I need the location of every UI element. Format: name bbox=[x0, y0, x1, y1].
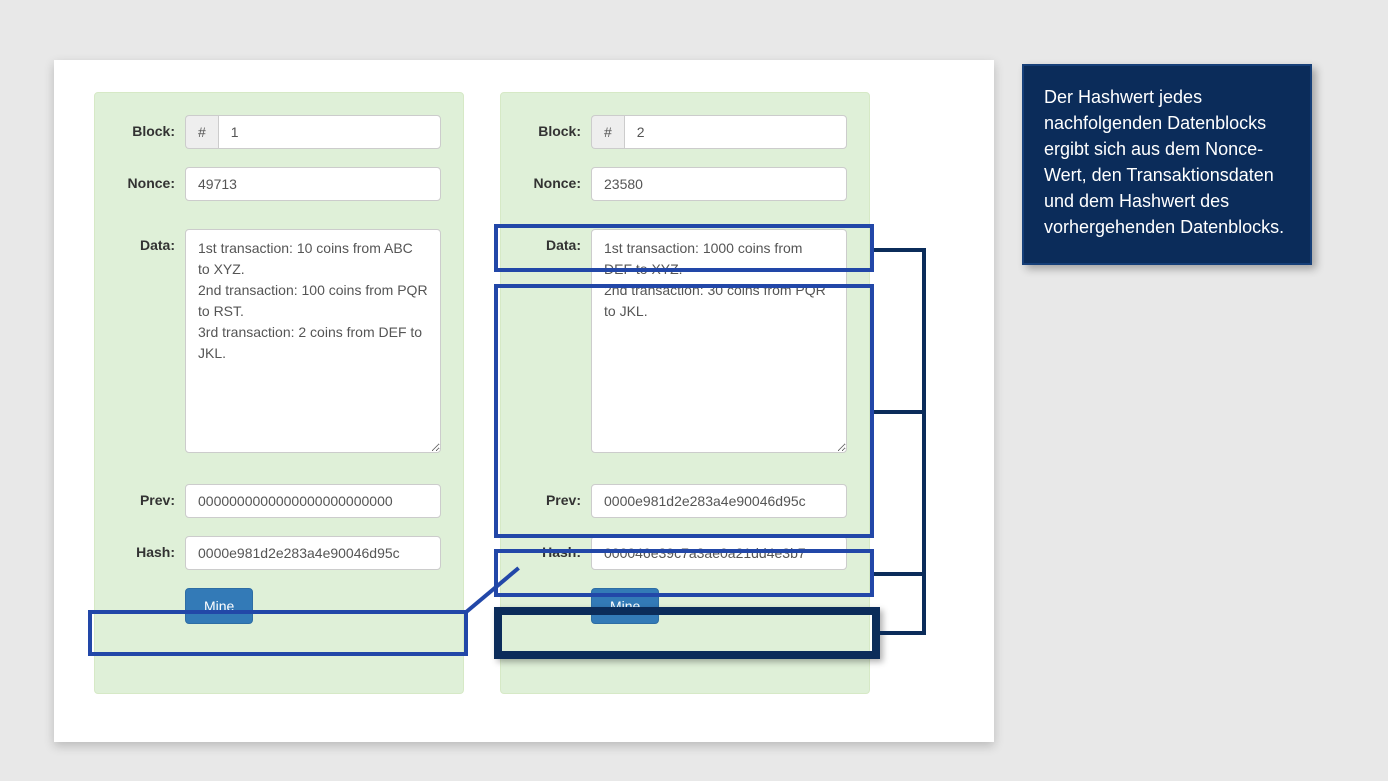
hash-label: Hash: bbox=[523, 536, 591, 560]
block-label: Block: bbox=[117, 115, 185, 139]
block-label: Block: bbox=[523, 115, 591, 139]
prev-row: Prev: bbox=[117, 484, 441, 518]
data-label: Data: bbox=[523, 229, 591, 253]
nonce-label: Nonce: bbox=[523, 167, 591, 191]
block-number-input[interactable] bbox=[218, 115, 441, 149]
main-panel: Block: # Nonce: Data: bbox=[54, 60, 994, 742]
hash-input[interactable] bbox=[591, 536, 847, 570]
nonce-label: Nonce: bbox=[117, 167, 185, 191]
hash-input[interactable] bbox=[185, 536, 441, 570]
block-number-group: # bbox=[185, 115, 441, 149]
data-textarea[interactable] bbox=[591, 229, 847, 453]
nonce-input[interactable] bbox=[185, 167, 441, 201]
block-row: Block: # bbox=[523, 115, 847, 149]
hash-addon: # bbox=[591, 115, 624, 149]
mine-button[interactable]: Mine bbox=[591, 588, 659, 624]
stage: Block: # Nonce: Data: bbox=[20, 20, 1368, 761]
block-card-1: Block: # Nonce: Data: bbox=[94, 92, 464, 694]
prev-row: Prev: bbox=[523, 484, 847, 518]
explanation-callout: Der Hashwert jedes nachfolgenden Datenbl… bbox=[1022, 64, 1312, 265]
block-card-2: Block: # Nonce: Data: bbox=[500, 92, 870, 694]
hash-row: Hash: bbox=[523, 536, 847, 570]
block-row: Block: # bbox=[117, 115, 441, 149]
hash-label: Hash: bbox=[117, 536, 185, 560]
data-row: Data: bbox=[523, 229, 847, 456]
prev-label: Prev: bbox=[523, 484, 591, 508]
hash-addon: # bbox=[185, 115, 218, 149]
nonce-input[interactable] bbox=[591, 167, 847, 201]
data-label: Data: bbox=[117, 229, 185, 253]
prev-input[interactable] bbox=[185, 484, 441, 518]
hash-row: Hash: bbox=[117, 536, 441, 570]
nonce-row: Nonce: bbox=[117, 167, 441, 201]
block-number-input[interactable] bbox=[624, 115, 847, 149]
prev-label: Prev: bbox=[117, 484, 185, 508]
data-textarea[interactable] bbox=[185, 229, 441, 453]
prev-input[interactable] bbox=[591, 484, 847, 518]
mine-button[interactable]: Mine bbox=[185, 588, 253, 624]
nonce-row: Nonce: bbox=[523, 167, 847, 201]
block-number-group: # bbox=[591, 115, 847, 149]
data-row: Data: bbox=[117, 229, 441, 456]
